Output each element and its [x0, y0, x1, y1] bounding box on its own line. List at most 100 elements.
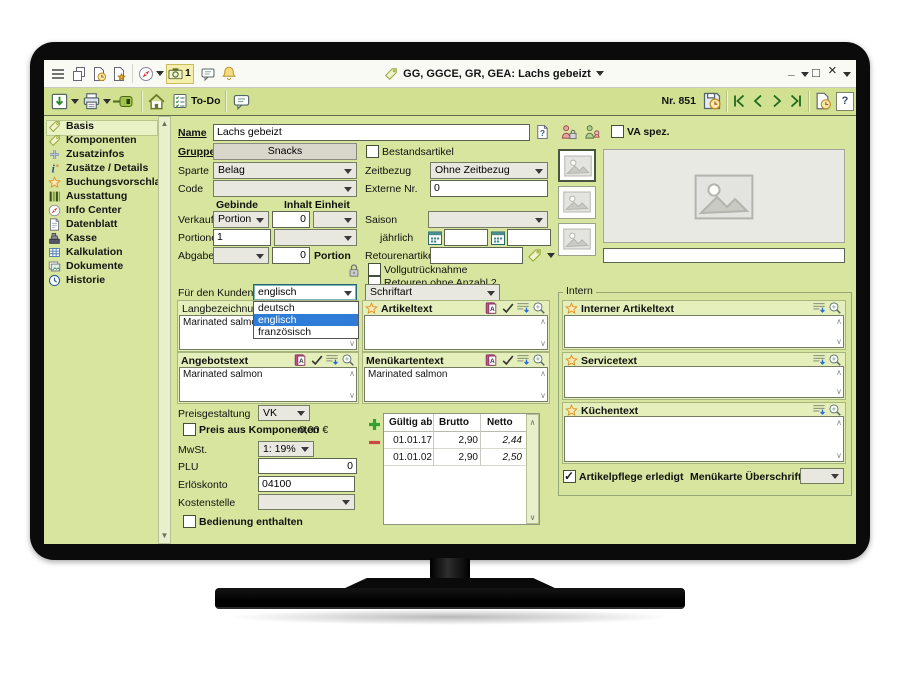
next-record-button[interactable] — [769, 92, 785, 110]
zoom-icon[interactable] — [828, 353, 842, 367]
sidebar-item-zusaetze-details[interactable]: iZusätze / Details — [46, 162, 156, 175]
scroll-down-icon[interactable]: ▼ — [159, 531, 170, 540]
translate-icon[interactable]: A — [484, 353, 498, 367]
home-button[interactable] — [147, 92, 166, 111]
remove-price-button[interactable] — [368, 436, 381, 449]
sidebar-item-ausstattung[interactable]: Ausstattung — [46, 190, 156, 203]
preis-aus-komponenten-checkbox[interactable] — [183, 423, 196, 436]
scroll-up-icon[interactable]: ∧ — [834, 318, 844, 326]
sidebar-item-dokumente[interactable]: Dokumente — [46, 260, 156, 273]
jaehrlich-bis-input[interactable] — [507, 229, 551, 246]
last-record-button[interactable] — [788, 92, 804, 110]
table-row[interactable]: 01.01.17 — [386, 434, 432, 447]
verkauf-gebinde-select[interactable]: Portion — [213, 211, 269, 228]
sidebar-item-komponenten[interactable]: Komponenten — [46, 134, 156, 147]
zoom-icon[interactable] — [828, 301, 842, 315]
scroll-down-icon[interactable]: ∨ — [347, 340, 357, 348]
recent-document-icon[interactable] — [91, 66, 107, 82]
sidebar-item-basis[interactable]: Basis — [46, 120, 156, 133]
servicetext-textarea[interactable] — [564, 366, 844, 398]
minimize-caret-icon[interactable] — [801, 72, 809, 81]
scroll-up-icon[interactable]: ▲ — [159, 119, 170, 128]
menukarte-ueberschrift-select[interactable] — [800, 468, 844, 484]
portionen-input[interactable]: 1 — [213, 229, 271, 246]
scroll-down-icon[interactable]: ∨ — [538, 392, 548, 400]
externe-nr-input[interactable]: 0 — [430, 180, 548, 197]
copy-icon[interactable] — [71, 66, 87, 82]
interner-artikeltext-textarea[interactable] — [564, 315, 844, 348]
dropdown-option-englisch[interactable]: englisch — [254, 314, 358, 326]
sidebar-item-kalkulation[interactable]: Kalkulation — [46, 246, 156, 259]
calendar-from-icon[interactable] — [427, 229, 443, 246]
history-document-button[interactable] — [813, 91, 832, 111]
spellcheck-icon[interactable] — [501, 301, 515, 315]
mwst-select[interactable]: 1: 19% — [258, 441, 314, 457]
sidebar-item-zusatzinfos[interactable]: Zusatzinfos — [46, 148, 156, 161]
translate-icon[interactable]: A — [293, 353, 307, 367]
previous-record-button[interactable] — [750, 92, 766, 110]
close-button[interactable]: × — [828, 64, 837, 77]
artikelpflege-checkbox[interactable] — [563, 470, 576, 483]
kuechentext-textarea[interactable] — [564, 416, 844, 462]
sidebar-item-datenblatt[interactable]: Datenblatt — [46, 218, 156, 231]
navigator-icon[interactable] — [138, 66, 154, 82]
table-row[interactable]: 2,44 — [482, 434, 522, 447]
scroll-up-icon[interactable]: ∧ — [347, 370, 357, 378]
sidebar-item-historie[interactable]: Historie — [46, 274, 156, 287]
calendar-to-icon[interactable] — [490, 229, 506, 246]
sidebar-item-kasse[interactable]: Kasse — [46, 232, 156, 245]
sidebar-item-info-center[interactable]: Info Center — [46, 204, 156, 217]
scroll-up-icon[interactable]: ∧ — [538, 318, 548, 326]
name-info-icon[interactable]: ? — [535, 124, 550, 140]
sparte-select[interactable]: Belag — [213, 162, 357, 179]
scroll-up-icon[interactable]: ∧ — [538, 370, 548, 378]
person-lock-icon[interactable] — [560, 124, 577, 140]
table-row[interactable]: 2,90 — [436, 451, 478, 464]
image-thumbnail-3[interactable] — [558, 223, 596, 256]
vollgutruecknahme-checkbox[interactable] — [368, 263, 381, 276]
retourenartikel-input[interactable] — [430, 247, 523, 264]
print-caret-icon[interactable] — [103, 99, 111, 108]
zeitbezug-select[interactable]: Ohne Zeitbezug — [430, 162, 548, 179]
insert-text-icon[interactable] — [516, 353, 530, 367]
connector-button[interactable] — [112, 95, 136, 108]
spellcheck-icon[interactable] — [310, 353, 324, 367]
feedback-button[interactable] — [232, 92, 251, 111]
insert-text-icon[interactable] — [812, 353, 826, 367]
zoom-icon[interactable] — [341, 353, 355, 367]
favorite-document-icon[interactable] — [111, 66, 127, 82]
sprache-select[interactable]: englisch — [253, 284, 357, 301]
first-record-button[interactable] — [731, 92, 747, 110]
minimize-button[interactable]: _ — [788, 64, 795, 77]
zoom-icon[interactable] — [828, 403, 842, 417]
angebotstext-textarea[interactable]: Marinated salmon — [179, 367, 357, 402]
scroll-down-icon[interactable]: ∨ — [834, 452, 844, 460]
person-sync-icon[interactable] — [584, 124, 601, 140]
scroll-up-icon[interactable]: ∧ — [834, 419, 844, 427]
dropdown-option-franzoesisch[interactable]: französisch — [254, 326, 358, 338]
translate-icon[interactable]: A — [484, 301, 498, 315]
zoom-icon[interactable] — [532, 301, 546, 315]
retouren-tag-icon[interactable] — [527, 248, 542, 263]
portionen-einheit-select[interactable] — [274, 229, 357, 246]
schriftart-select[interactable]: Schriftart — [365, 284, 500, 301]
name-input[interactable]: Lachs gebeizt — [213, 124, 530, 141]
add-price-button[interactable] — [368, 418, 381, 431]
menukartentext-textarea[interactable]: Marinated salmon — [364, 367, 548, 402]
jaehrlich-von-input[interactable] — [444, 229, 488, 246]
abgabe-inhalt-input[interactable]: 0 — [272, 247, 310, 264]
zoom-icon[interactable] — [532, 353, 546, 367]
gruppe-button[interactable]: Snacks — [213, 143, 357, 160]
spellcheck-icon[interactable] — [501, 353, 515, 367]
abgabe-gebinde-select[interactable] — [213, 247, 269, 264]
import-caret-icon[interactable] — [71, 99, 79, 108]
scroll-down-icon[interactable]: ∨ — [834, 338, 844, 346]
scroll-up-icon[interactable]: ∧ — [527, 418, 538, 427]
todo-button[interactable]: To-Do — [172, 91, 222, 112]
import-button[interactable] — [50, 92, 69, 111]
gruppe-label[interactable]: Gruppe — [178, 146, 215, 159]
name-label[interactable]: Name — [178, 127, 207, 140]
sidebar-scrollbar[interactable]: ▲ ▼ — [158, 116, 171, 544]
erloeskonto-input[interactable]: 04100 — [258, 476, 355, 492]
table-row[interactable]: 2,50 — [482, 451, 522, 464]
